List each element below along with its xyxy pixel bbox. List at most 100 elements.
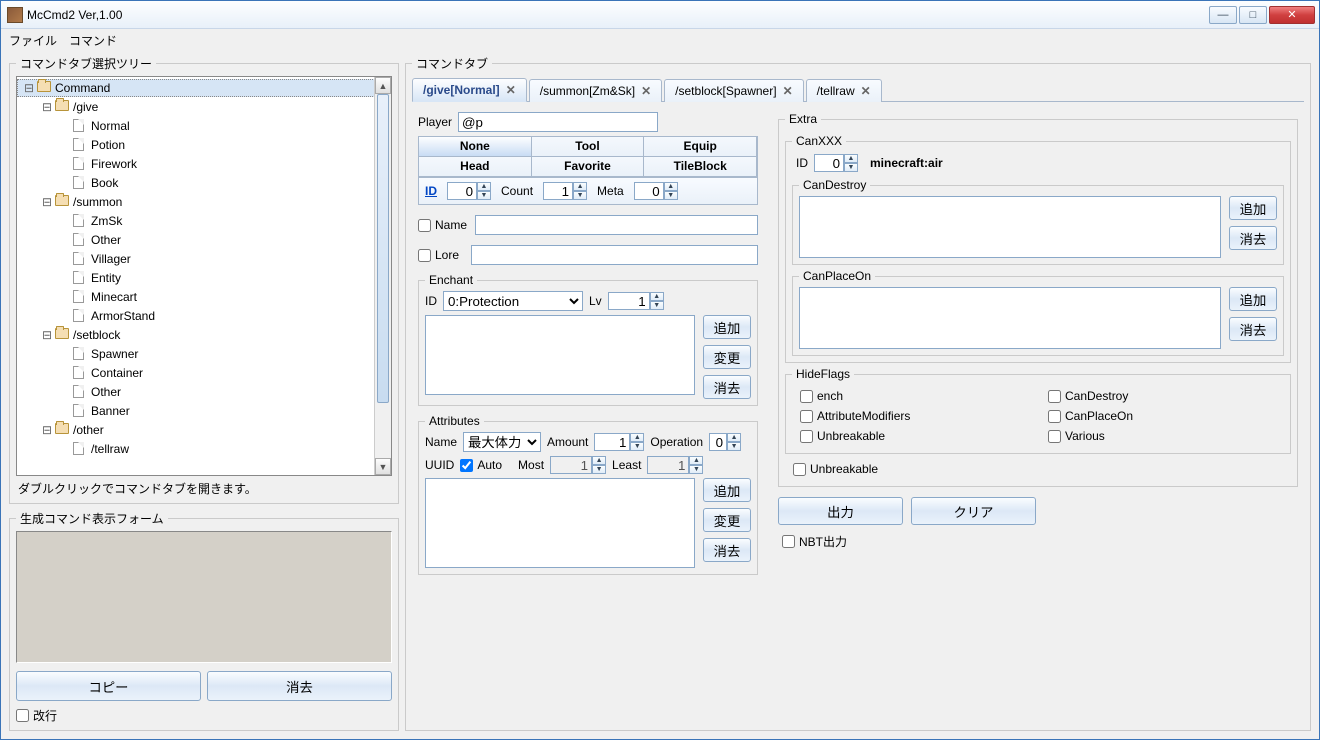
tab-close-icon[interactable]: ✕ [641, 84, 651, 98]
tree-item[interactable]: ZmSk [17, 211, 391, 230]
name-check[interactable]: Name [418, 215, 758, 235]
app-icon [7, 7, 23, 23]
tree-item[interactable]: Potion [17, 135, 391, 154]
attr-change-button[interactable]: 変更 [703, 508, 751, 532]
tree-item[interactable]: ⊟/setblock [17, 325, 391, 344]
tree-item[interactable]: Container [17, 363, 391, 382]
tree-scrollbar[interactable]: ▲ ▼ [374, 77, 391, 475]
tree-item[interactable]: Normal [17, 116, 391, 135]
hideflag-check[interactable]: AttributeModifiers [800, 409, 1028, 423]
scroll-thumb[interactable] [377, 94, 389, 403]
tree-item[interactable]: ⊟/give [17, 97, 391, 116]
window-buttons: — □ ✕ [1209, 6, 1315, 24]
menu-file[interactable]: ファイル [9, 32, 57, 49]
tree-item[interactable]: Villager [17, 249, 391, 268]
enchant-id-combo[interactable]: 0:Protection [443, 291, 583, 311]
candestroy-list[interactable] [799, 196, 1221, 258]
clear-main-button[interactable]: クリア [911, 497, 1036, 525]
hideflag-check[interactable]: ench [800, 389, 1028, 403]
nbt-output-check[interactable]: NBT出力 [782, 533, 1298, 550]
tab[interactable]: /tellraw✕ [806, 79, 882, 102]
tree-item[interactable]: Spawner [17, 344, 391, 363]
tree-item[interactable]: ⊟/other [17, 420, 391, 439]
subtab[interactable]: Head [418, 156, 532, 177]
player-input[interactable] [458, 112, 658, 132]
subtab[interactable]: None [418, 136, 532, 157]
menubar: ファイル コマンド [1, 29, 1319, 51]
tree-item[interactable]: Other [17, 382, 391, 401]
attr-amount-spinner[interactable]: ▲▼ [594, 433, 644, 451]
tree-item[interactable]: Minecart [17, 287, 391, 306]
enchant-fieldset: Enchant ID 0:Protection Lv ▲▼ 追加 [418, 273, 758, 406]
attr-name-combo[interactable]: 最大体力 [463, 432, 541, 452]
close-button[interactable]: ✕ [1269, 6, 1315, 24]
uuid-least-spinner[interactable]: ▲▼ [647, 456, 703, 474]
subtab[interactable]: Equip [643, 136, 757, 157]
enchant-clear-button[interactable]: 消去 [703, 375, 751, 399]
tree-item[interactable]: Banner [17, 401, 391, 420]
hideflag-check[interactable]: CanPlaceOn [1048, 409, 1276, 423]
subtab[interactable]: TileBlock [643, 156, 757, 177]
canplaceon-clear-button[interactable]: 消去 [1229, 317, 1277, 341]
canplaceon-add-button[interactable]: 追加 [1229, 287, 1277, 311]
maximize-button[interactable]: □ [1239, 6, 1267, 24]
scroll-up-button[interactable]: ▲ [375, 77, 391, 94]
linebreak-check[interactable]: 改行 [16, 707, 392, 724]
enchant-add-button[interactable]: 追加 [703, 315, 751, 339]
copy-button[interactable]: コピー [16, 671, 201, 701]
output-button[interactable]: 出力 [778, 497, 903, 525]
candestroy-clear-button[interactable]: 消去 [1229, 226, 1277, 250]
tab-close-icon[interactable]: ✕ [506, 83, 516, 97]
tree-item[interactable]: Entity [17, 268, 391, 287]
lore-input[interactable] [471, 245, 758, 265]
tab-close-icon[interactable]: ✕ [861, 84, 871, 98]
menu-command[interactable]: コマンド [69, 32, 117, 49]
count-spinner[interactable]: ▲▼ [543, 182, 587, 200]
tab[interactable]: /give[Normal]✕ [412, 78, 527, 102]
tree-item[interactable]: Firework [17, 154, 391, 173]
tree-item[interactable]: ⊟Command [17, 79, 391, 97]
tree-item[interactable]: /tellraw [17, 439, 391, 458]
hideflag-check[interactable]: CanDestroy [1048, 389, 1276, 403]
candestroy-add-button[interactable]: 追加 [1229, 196, 1277, 220]
attributes-fieldset: Attributes Name 最大体力 Amount ▲▼ Operation… [418, 414, 758, 575]
subtab[interactable]: Tool [531, 136, 645, 157]
canxxx-id-spinner[interactable]: ▲▼ [814, 154, 858, 172]
tab[interactable]: /setblock[Spawner]✕ [664, 79, 803, 102]
command-tree[interactable]: ⊟Command⊟/giveNormalPotionFireworkBook⊟/… [17, 77, 391, 460]
meta-spinner[interactable]: ▲▼ [634, 182, 678, 200]
id-spinner[interactable]: ▲▼ [447, 182, 491, 200]
main-legend: コマンドタブ [412, 55, 492, 72]
canplaceon-list[interactable] [799, 287, 1221, 349]
tree-item[interactable]: Book [17, 173, 391, 192]
attr-list[interactable] [425, 478, 695, 568]
enchant-change-button[interactable]: 変更 [703, 345, 751, 369]
attr-clear-button[interactable]: 消去 [703, 538, 751, 562]
tree-item[interactable]: ⊟/summon [17, 192, 391, 211]
clear-gen-button[interactable]: 消去 [207, 671, 392, 701]
hideflag-check[interactable]: Various [1048, 429, 1276, 443]
attr-add-button[interactable]: 追加 [703, 478, 751, 502]
tab-body: Player NoneToolEquip HeadFavoriteTileBlo… [412, 108, 1304, 579]
name-input[interactable] [475, 215, 758, 235]
gen-output[interactable] [16, 531, 392, 663]
title-text: McCmd2 Ver,1.00 [27, 8, 1209, 22]
unbreakable-check[interactable]: Unbreakable [793, 462, 1287, 476]
tree-item[interactable]: ArmorStand [17, 306, 391, 325]
id-link[interactable]: ID [425, 184, 437, 198]
subtab[interactable]: Favorite [531, 156, 645, 177]
enchant-list[interactable] [425, 315, 695, 395]
lore-check[interactable]: Lore [418, 245, 758, 265]
tab[interactable]: /summon[Zm&Sk]✕ [529, 79, 662, 102]
scroll-down-button[interactable]: ▼ [375, 458, 391, 475]
attr-op-spinner[interactable]: ▲▼ [709, 433, 741, 451]
enchant-lv-spinner[interactable]: ▲▼ [608, 292, 664, 310]
minimize-button[interactable]: — [1209, 6, 1237, 24]
tree-item[interactable]: Other [17, 230, 391, 249]
hideflag-check[interactable]: Unbreakable [800, 429, 1028, 443]
uuid-most-spinner[interactable]: ▲▼ [550, 456, 606, 474]
give-column: Player NoneToolEquip HeadFavoriteTileBlo… [418, 112, 758, 575]
command-tab-fieldset: コマンドタブ /give[Normal]✕/summon[Zm&Sk]✕/set… [405, 55, 1311, 731]
uuid-auto-check[interactable]: Auto [460, 458, 502, 472]
tab-close-icon[interactable]: ✕ [783, 84, 793, 98]
